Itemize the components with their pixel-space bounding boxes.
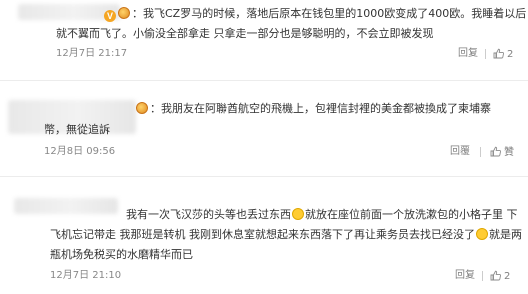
- blurred-username: [14, 198, 118, 214]
- comment-text: 就放在座位前面一个放洗漱包的小格子里 下: [305, 208, 518, 221]
- comment-timestamp: 12月8日 09:56: [44, 146, 116, 157]
- comment-2: ：我朋友在阿聯酋航空的飛機上，包裡信封裡的美金都被換成了柬埔寨 幣，無從追訴 1…: [0, 96, 528, 166]
- comment-text-line: 就不翼而飞了。小偷没全部拿走 只拿走一部分也是够聪明的，不会立即被发现: [56, 27, 434, 41]
- like-count: 2: [504, 271, 511, 282]
- comment-text-line: 我有一次飞汉莎的头等也丢过东西 就放在座位前面一个放洗漱包的小格子里 下: [126, 208, 518, 222]
- comment-text: ：我朋友在阿聯酋航空的飛機上，包裡信封裡的美金都被換成了柬埔寨: [150, 102, 491, 115]
- comment-text: 幣，無從追訴: [44, 123, 110, 136]
- comment-text: 飞机忘记带走 我那班是转机 我刚到休息室就想起来东西落下了再让乘务员去找已经没了: [50, 228, 475, 241]
- comment-3: 我有一次飞汉莎的头等也丢过东西 就放在座位前面一个放洗漱包的小格子里 下 飞机忘记…: [0, 196, 528, 294]
- like-button[interactable]: 贊: [490, 146, 514, 159]
- comment-text: 瓶机场免税买的水磨精华而已: [50, 248, 193, 261]
- comment-text-line: 幣，無從追訴: [44, 123, 110, 137]
- comment-text-line: V ：我飞CZ罗马的时候，落地后原本在钱包里的1000欧变成了400欧。我睡着以后: [104, 7, 526, 22]
- reply-button[interactable]: 回复: [455, 270, 475, 282]
- action-divider: [480, 147, 481, 157]
- comment-timestamp: 12月7日 21:10: [50, 270, 122, 281]
- like-label: 贊: [504, 147, 514, 158]
- comment-1: V ：我飞CZ罗马的时候，落地后原本在钱包里的1000欧变成了400欧。我睡着以后…: [0, 0, 528, 72]
- reply-button[interactable]: 回复: [458, 48, 478, 60]
- comment-text: 就不翼而飞了。小偷没全部拿走 只拿走一部分也是够聪明的，不会立即被发现: [56, 27, 434, 40]
- comment-timestamp: 12月7日 21:17: [56, 48, 128, 59]
- comment-divider: [0, 80, 528, 81]
- comment-actions: 回复 2: [458, 48, 528, 60]
- like-count: 2: [507, 49, 514, 60]
- like-button[interactable]: 2: [490, 270, 510, 283]
- comment-text-line: 飞机忘记带走 我那班是转机 我刚到休息室就想起来东西落下了再让乘务员去找已经没了…: [50, 228, 522, 242]
- emoji-icon: [476, 228, 488, 240]
- thumbs-up-icon: [490, 270, 501, 281]
- comment-text-line: 瓶机场免税买的水磨精华而已: [50, 248, 193, 262]
- verified-badge-icon: V: [104, 10, 116, 22]
- action-divider: [482, 271, 483, 281]
- thumbs-up-icon: [493, 48, 504, 59]
- medal-icon: [136, 102, 148, 114]
- thumbs-up-icon: [490, 146, 501, 157]
- comment-actions: 回覆 贊: [450, 146, 528, 158]
- action-divider: [485, 49, 486, 59]
- comment-text: ：我飞CZ罗马的时候，落地后原本在钱包里的1000欧变成了400欧。我睡着以后: [132, 7, 527, 20]
- medal-icon: [118, 7, 130, 19]
- comment-text: 就是两: [489, 228, 522, 241]
- comment-divider: [0, 176, 528, 177]
- emoji-icon: [292, 208, 304, 220]
- comment-actions: 回复 2: [455, 270, 528, 282]
- comment-text: 我有一次飞汉莎的头等也丢过东西: [126, 208, 291, 221]
- like-button[interactable]: 2: [493, 48, 513, 61]
- comment-text-line: ：我朋友在阿聯酋航空的飛機上，包裡信封裡的美金都被換成了柬埔寨: [136, 102, 491, 116]
- reply-button[interactable]: 回覆: [450, 146, 470, 158]
